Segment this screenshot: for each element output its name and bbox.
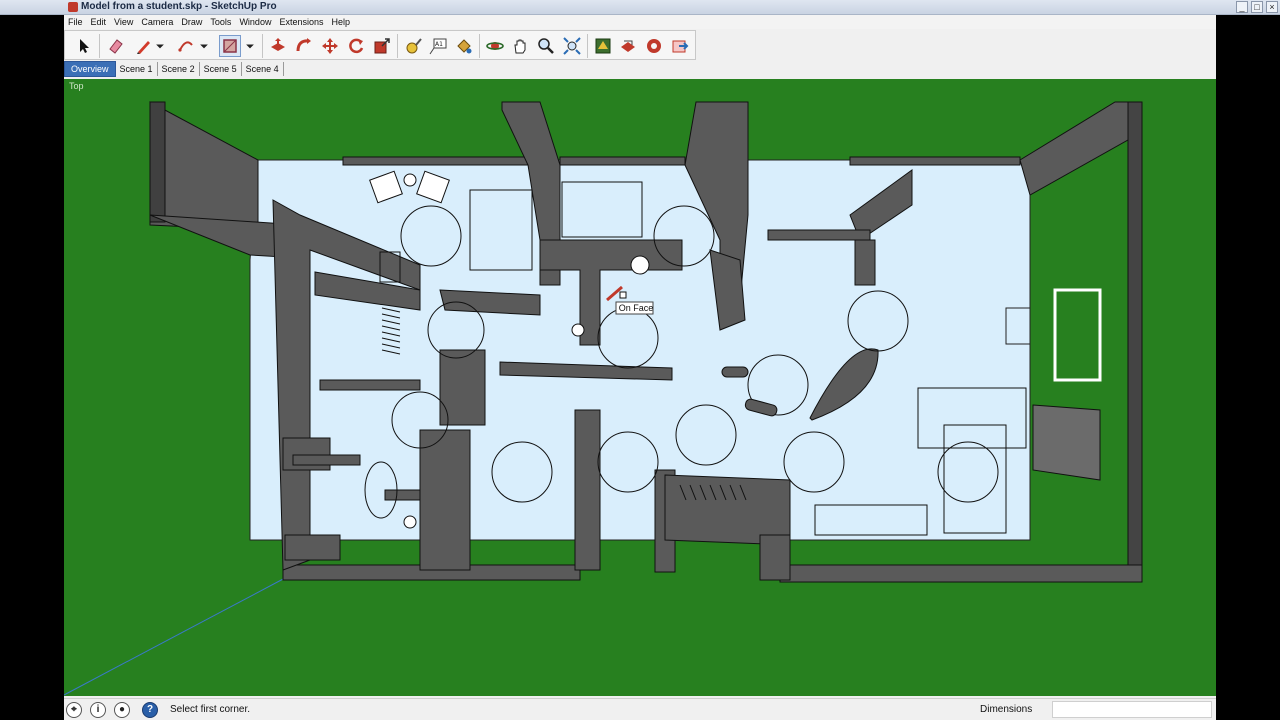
sketchup-app-icon — [68, 2, 78, 12]
scale-icon — [374, 38, 390, 54]
chevron-down-icon — [156, 44, 164, 49]
tab-scene-4[interactable]: Scene 4 — [242, 62, 284, 76]
svg-text:A1: A1 — [435, 41, 443, 48]
left-letterbox — [0, 0, 64, 720]
pan-tool-button[interactable] — [509, 35, 531, 57]
text-icon: A1 — [429, 38, 447, 55]
right-letterbox — [1216, 0, 1280, 720]
select-tool-button[interactable] — [73, 35, 95, 57]
orbit-tool-button[interactable] — [484, 35, 506, 57]
window-title: Model from a student.skp - SketchUp Pro — [81, 1, 277, 12]
inference-tooltip: On Face — [618, 303, 654, 313]
menu-draw[interactable]: Draw — [177, 15, 206, 29]
scene-tabs: Overview Scene 1 Scene 2 Scene 5 Scene 4 — [64, 61, 284, 77]
menu-tools[interactable]: Tools — [206, 15, 235, 29]
warehouse-icon — [595, 38, 611, 54]
floor-plan-drawing — [64, 101, 1143, 696]
send-to-layout-tool-button[interactable] — [669, 35, 691, 57]
arc-icon — [178, 41, 193, 52]
extension-warehouse-icon — [647, 39, 661, 53]
tape-measure-tool-button[interactable] — [402, 35, 424, 57]
large-tool-set-toolbar: A1 — [64, 30, 696, 60]
title-bar: Model from a student.skp - SketchUp Pro … — [0, 0, 1280, 15]
follow-me-icon — [296, 38, 311, 52]
credits-icon[interactable]: i — [90, 702, 106, 718]
text-tool-button[interactable]: A1 — [427, 35, 449, 57]
menu-edit[interactable]: Edit — [87, 15, 111, 29]
eraser-tool-button[interactable] — [105, 35, 127, 57]
measurements-label: Dimensions — [980, 704, 1033, 715]
zoom-extents-icon — [563, 37, 581, 55]
rectangle-icon — [223, 39, 237, 53]
rectangle-tool-button[interactable] — [219, 35, 241, 57]
geo-location-icon[interactable]: ⌖ — [66, 702, 82, 718]
tab-overview[interactable]: Overview — [64, 61, 116, 77]
rotate-icon — [349, 38, 364, 54]
paint-bucket-icon — [457, 39, 472, 54]
rotate-tool-button[interactable] — [345, 35, 367, 57]
menu-camera[interactable]: Camera — [137, 15, 177, 29]
paint-bucket-tool-button[interactable] — [453, 35, 475, 57]
extension-warehouse-tool-button[interactable] — [643, 35, 665, 57]
model-viewport[interactable]: Top On Face — [64, 79, 1216, 696]
user-account-icon[interactable]: ● — [114, 702, 130, 718]
shapes-dropdown[interactable] — [243, 35, 257, 57]
menu-extensions[interactable]: Extensions — [275, 15, 327, 29]
pencil-icon — [137, 41, 150, 54]
zoom-tool-button[interactable] — [535, 35, 557, 57]
scale-tool-button[interactable] — [371, 35, 393, 57]
chevron-down-icon — [246, 44, 254, 49]
chevron-down-icon — [200, 44, 208, 49]
warehouse-tool-button[interactable] — [592, 35, 614, 57]
measurements-input[interactable] — [1052, 701, 1212, 718]
minimize-button[interactable]: _ — [1236, 1, 1248, 13]
status-message: Select first corner. — [170, 704, 251, 715]
instructor-help-icon[interactable]: ? — [142, 702, 158, 718]
zoom-extents-tool-button[interactable] — [561, 35, 583, 57]
maximize-button[interactable]: □ — [1251, 1, 1263, 13]
menu-bar: File Edit View Camera Draw Tools Window … — [64, 15, 1216, 29]
follow-me-tool-button[interactable] — [293, 35, 315, 57]
tab-scene-2[interactable]: Scene 2 — [158, 62, 200, 76]
close-button[interactable]: × — [1266, 1, 1278, 13]
arc-dropdown[interactable] — [197, 35, 211, 57]
line-dropdown[interactable] — [153, 35, 167, 57]
move-icon — [322, 38, 338, 54]
menu-view[interactable]: View — [110, 15, 137, 29]
menu-help[interactable]: Help — [327, 15, 354, 29]
push-pull-tool-button[interactable] — [267, 35, 289, 57]
move-tool-button[interactable] — [319, 35, 341, 57]
push-pull-icon — [271, 38, 285, 51]
tab-scene-1[interactable]: Scene 1 — [116, 62, 158, 76]
pan-icon — [514, 39, 526, 54]
arc-tool-button[interactable] — [175, 35, 197, 57]
menu-file[interactable]: File — [64, 15, 87, 29]
menu-window[interactable]: Window — [235, 15, 275, 29]
share-model-icon — [621, 40, 635, 52]
eraser-icon — [109, 39, 123, 54]
pencil-tool-button[interactable] — [133, 35, 155, 57]
orbit-icon — [486, 42, 504, 50]
zoom-icon — [538, 38, 554, 54]
status-bar: ⌖ i ● ? Select first corner. Dimensions — [64, 698, 1216, 720]
share-model-tool-button[interactable] — [617, 35, 639, 57]
select-icon — [80, 39, 89, 53]
send-to-layout-icon — [672, 40, 689, 53]
tab-scene-5[interactable]: Scene 5 — [200, 62, 242, 76]
tape-measure-icon — [406, 38, 422, 54]
